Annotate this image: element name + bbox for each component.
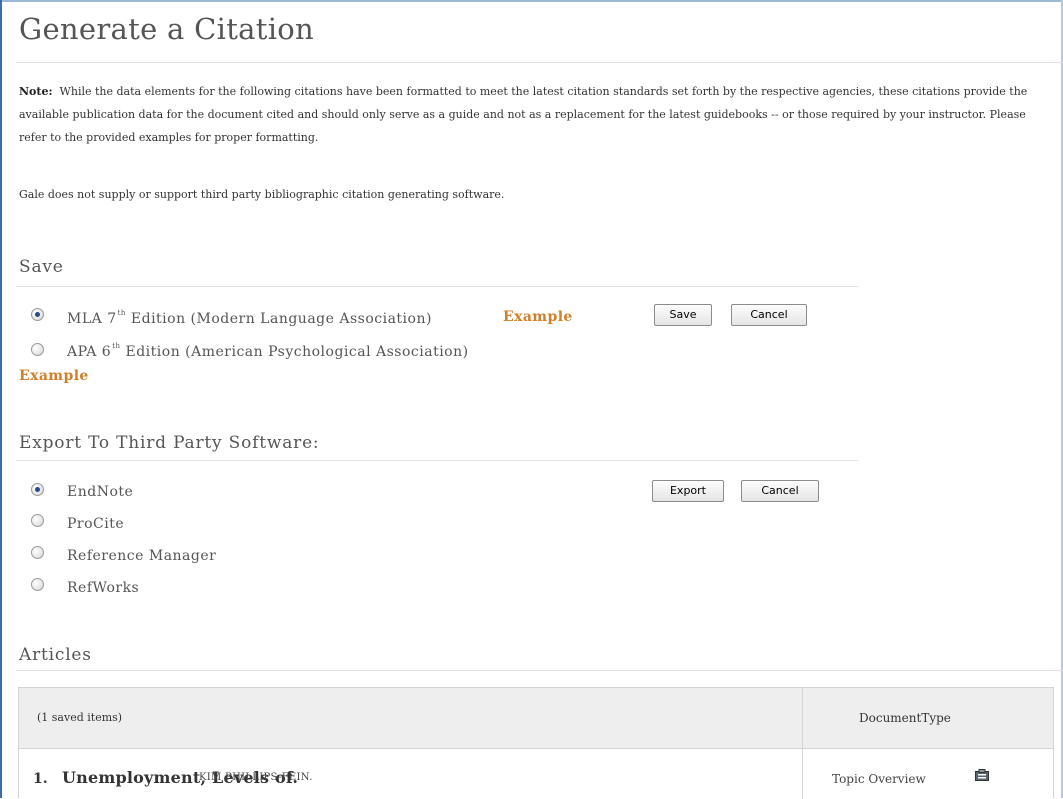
- gale-notice: Gale does not supply or support third pa…: [19, 188, 505, 201]
- window-top-border: [0, 0, 1063, 2]
- title-divider: [16, 62, 1063, 63]
- article-author: KIM PHILLIPS-FEIN.: [199, 772, 313, 783]
- save-divider: [16, 286, 858, 287]
- document-type-icon: [975, 769, 989, 781]
- export-cancel-button[interactable]: Cancel: [741, 480, 819, 502]
- refworks-radio[interactable]: [31, 578, 44, 591]
- document-type-value: Topic Overview: [832, 772, 926, 786]
- articles-divider: [16, 670, 1063, 671]
- mla-example-link[interactable]: Example: [503, 309, 573, 325]
- mla-option-label: MLA 7th Edition (Modern Language Associa…: [67, 309, 432, 327]
- endnote-label: EndNote: [67, 484, 134, 500]
- citation-note: Note: While the data elements for the fo…: [19, 80, 1054, 149]
- row-number: 1.: [33, 771, 48, 787]
- apa-example-link[interactable]: Example: [19, 368, 89, 384]
- export-divider: [16, 460, 858, 461]
- note-text: While the data elements for the followin…: [19, 85, 1028, 144]
- procite-radio[interactable]: [31, 514, 44, 527]
- saved-items-count: (1 saved items): [37, 711, 123, 724]
- window-left-border: [0, 0, 2, 798]
- save-cancel-button[interactable]: Cancel: [731, 304, 807, 326]
- note-label: Note:: [19, 85, 53, 98]
- header-column-divider: [802, 688, 803, 748]
- reference-manager-radio[interactable]: [31, 546, 44, 559]
- endnote-radio[interactable]: [31, 483, 44, 496]
- export-heading: Export To Third Party Software:: [19, 433, 320, 453]
- save-heading: Save: [19, 257, 64, 277]
- saved-items-table: (1 saved items) DocumentType 1. Unemploy…: [18, 687, 1054, 799]
- document-type-header[interactable]: DocumentType: [859, 711, 951, 725]
- save-button[interactable]: Save: [654, 304, 712, 326]
- export-button[interactable]: Export: [652, 480, 724, 502]
- refworks-label: RefWorks: [67, 580, 140, 596]
- page-title: Generate a Citation: [19, 12, 315, 46]
- procite-label: ProCite: [67, 516, 125, 532]
- apa-option-label: APA 6th Edition (American Psychological …: [67, 342, 469, 360]
- table-header: (1 saved items) DocumentType: [19, 688, 1053, 749]
- mla-radio[interactable]: [31, 308, 44, 321]
- apa-radio[interactable]: [31, 343, 44, 356]
- reference-manager-label: Reference Manager: [67, 548, 217, 564]
- articles-heading: Articles: [19, 645, 92, 665]
- row-column-divider: [802, 748, 803, 799]
